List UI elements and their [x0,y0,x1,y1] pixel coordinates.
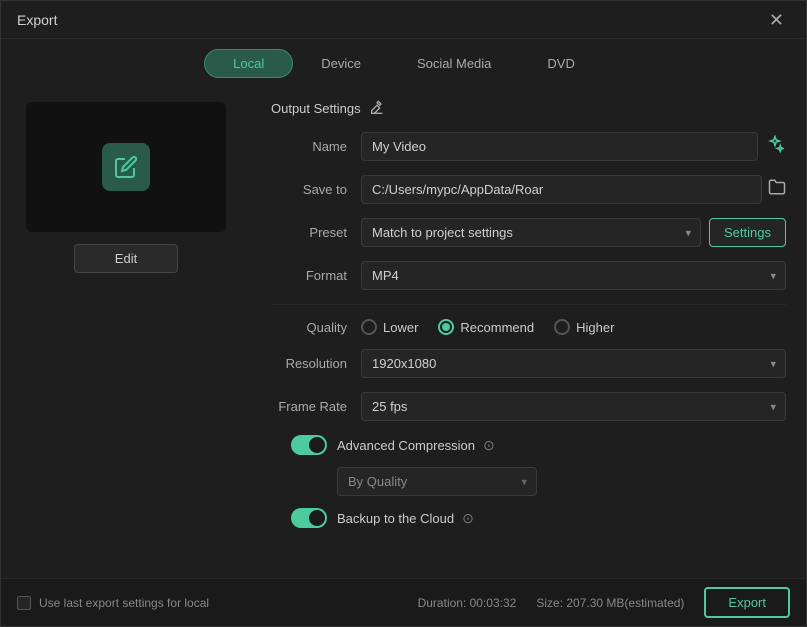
quality-higher-label: Higher [576,320,614,335]
bottom-bar: Use last export settings for local Durat… [1,578,806,626]
advanced-compression-help-icon[interactable]: ⊙ [483,437,495,454]
ai-rename-button[interactable] [764,133,786,160]
quality-higher-radio [554,319,570,335]
by-quality-wrapper: By Quality ▾ [337,467,537,496]
quality-lower-option[interactable]: Lower [361,319,418,335]
format-label: Format [271,268,361,283]
content-area: Edit Output Settings Name [1,86,806,578]
frame-rate-row: Frame Rate 25 fps ▾ [271,392,786,421]
preview-panel: Edit [1,86,251,578]
preset-select-wrapper: Match to project settings ▾ [361,218,701,247]
name-input-wrapper [361,132,786,161]
advanced-compression-row: Advanced Compression ⊙ [271,435,786,455]
name-row: Name [271,132,786,161]
backup-cloud-help-icon[interactable]: ⊙ [462,510,474,527]
quality-radio-group: Lower Recommend Higher [361,319,614,335]
preview-icon [102,143,150,191]
resolution-select-wrapper: 1920x1080 ▾ [361,349,786,378]
output-settings-title: Output Settings [271,100,786,116]
settings-panel: Output Settings Name [251,86,806,578]
save-to-row: Save to [271,175,786,204]
close-button[interactable]: ✕ [763,9,790,31]
preset-row: Preset Match to project settings ▾ Setti… [271,218,786,247]
tab-local[interactable]: Local [204,49,293,78]
quality-label: Quality [271,320,361,335]
backup-cloud-toggle[interactable] [291,508,327,528]
export-window: Export ✕ Local Device Social Media DVD E… [0,0,807,627]
save-to-label: Save to [271,182,361,197]
name-input[interactable] [361,132,758,161]
format-select[interactable]: MP4 [361,261,786,290]
resolution-label: Resolution [271,356,361,371]
backup-cloud-row: Backup to the Cloud ⊙ [271,508,786,528]
by-quality-select[interactable]: By Quality [337,467,537,496]
last-export-settings-checkbox[interactable] [17,596,31,610]
tab-social-media[interactable]: Social Media [389,49,519,78]
quality-lower-label: Lower [383,320,418,335]
settings-button[interactable]: Settings [709,218,786,247]
format-row: Format MP4 ▾ [271,261,786,290]
advanced-compression-label: Advanced Compression [337,438,475,453]
quality-higher-option[interactable]: Higher [554,319,614,335]
export-button[interactable]: Export [704,587,790,618]
preset-label: Preset [271,225,361,240]
frame-rate-select-wrapper: 25 fps ▾ [361,392,786,421]
advanced-compression-toggle[interactable] [291,435,327,455]
save-to-input[interactable] [361,175,762,204]
tab-device[interactable]: Device [293,49,389,78]
quality-lower-radio [361,319,377,335]
quality-recommend-radio [438,319,454,335]
title-bar: Export ✕ [1,1,806,39]
frame-rate-select[interactable]: 25 fps [361,392,786,421]
quality-row: Quality Lower Recommend Higher [271,319,786,335]
format-select-wrapper: MP4 ▾ [361,261,786,290]
edit-button[interactable]: Edit [74,244,178,273]
duration-text: Duration: 00:03:32 [418,596,517,610]
bottom-info: Duration: 00:03:32 Size: 207.30 MB(estim… [418,587,790,618]
last-export-settings-text: Use last export settings for local [39,596,209,610]
resolution-select[interactable]: 1920x1080 [361,349,786,378]
window-title: Export [17,12,57,28]
size-text: Size: 207.30 MB(estimated) [536,596,684,610]
resolution-row: Resolution 1920x1080 ▾ [271,349,786,378]
save-to-input-wrapper [361,175,786,204]
backup-cloud-label: Backup to the Cloud [337,511,454,526]
tab-dvd[interactable]: DVD [519,49,602,78]
preview-box [26,102,226,232]
preset-select[interactable]: Match to project settings [361,218,701,247]
quality-recommend-option[interactable]: Recommend [438,319,534,335]
name-label: Name [271,139,361,154]
by-quality-row: By Quality ▾ [271,467,786,496]
frame-rate-label: Frame Rate [271,399,361,414]
tab-bar: Local Device Social Media DVD [1,39,806,86]
last-export-settings-label[interactable]: Use last export settings for local [17,596,209,610]
divider [271,304,786,305]
quality-recommend-label: Recommend [460,320,534,335]
browse-folder-button[interactable] [768,178,786,201]
